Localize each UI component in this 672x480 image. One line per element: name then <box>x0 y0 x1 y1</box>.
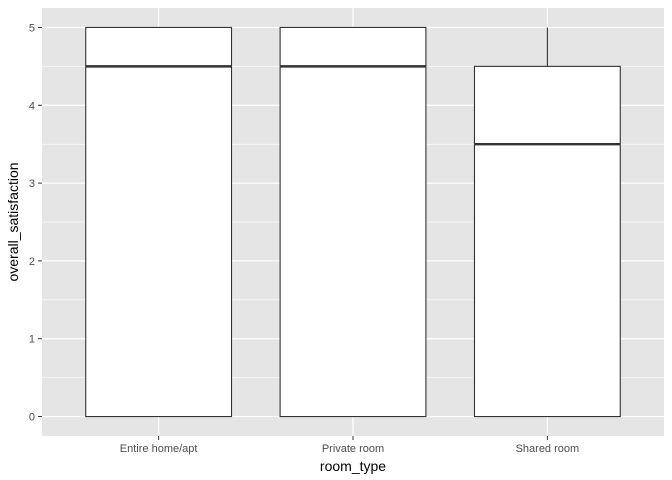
boxes <box>85 26 621 418</box>
y-tick-label: 4 <box>29 100 35 112</box>
x-tick-label: Entire home/apt <box>120 443 198 455</box>
box-iqr <box>473 65 621 418</box>
y-tick-label: 5 <box>29 22 35 34</box>
y-tick-label: 3 <box>29 178 35 190</box>
box-iqr <box>85 26 233 418</box>
y-axis-title: overall_satisfaction <box>5 162 21 281</box>
y-tick-label: 2 <box>29 256 35 268</box>
boxplot-chart: 0 1 2 3 4 5 Entire home/apt Private room Shared… <box>5 8 664 474</box>
x-axis-title: room_type <box>320 458 386 474</box>
y-axis: 0 1 2 3 4 5 <box>29 22 42 424</box>
x-axis: Entire home/apt Private room Shared room <box>120 436 579 455</box>
box-entire-home-apt <box>85 26 233 418</box>
box-shared-room <box>473 27 621 418</box>
box-iqr <box>279 26 427 418</box>
x-tick-label: Private room <box>322 443 384 455</box>
box-private-room <box>279 26 427 418</box>
y-tick-label: 0 <box>29 412 35 424</box>
x-tick-label: Shared room <box>516 443 580 455</box>
y-tick-label: 1 <box>29 334 35 346</box>
